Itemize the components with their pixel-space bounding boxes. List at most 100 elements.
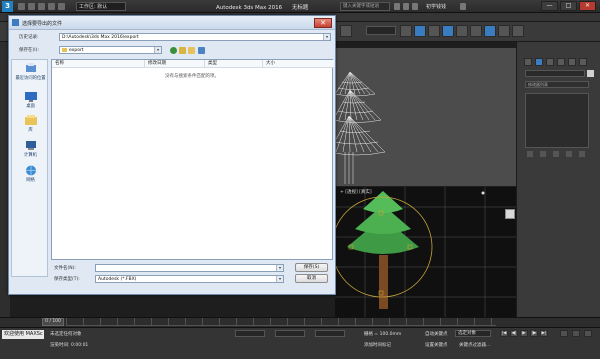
add-time-tag[interactable]: 添加时间标记: [364, 342, 391, 348]
pin-stack-icon[interactable]: [527, 151, 533, 157]
place-network[interactable]: 网络: [12, 165, 49, 183]
back-icon[interactable]: [170, 47, 177, 54]
filename-input[interactable]: ▾: [95, 264, 284, 272]
remove-modifier-icon[interactable]: [566, 151, 572, 157]
document-name: 无标题: [291, 5, 309, 11]
prev-frame-icon[interactable]: ◀|: [510, 330, 518, 337]
key-filters-button[interactable]: 关键点过滤器...: [459, 342, 490, 348]
redo-icon[interactable]: [58, 3, 65, 10]
utilities-tab-icon[interactable]: [579, 58, 587, 66]
search-icon[interactable]: [394, 3, 400, 10]
viewport-top[interactable]: [328, 48, 516, 186]
selection-set-dropdown[interactable]: [366, 26, 396, 35]
place-recent[interactable]: 最近访问的位置: [12, 63, 49, 81]
history-dropdown[interactable]: D:\Autodesk\3ds Max 2016\export ▾: [59, 33, 331, 41]
filetype-dropdown[interactable]: Autodesk (*.FBX) ▾: [95, 275, 284, 283]
make-unique-icon[interactable]: [553, 151, 559, 157]
viewcube-icon[interactable]: [505, 209, 515, 219]
view-menu-icon[interactable]: [198, 47, 205, 54]
layer-icon[interactable]: [414, 25, 426, 37]
savein-dropdown[interactable]: export ▾: [59, 46, 162, 54]
z-coordinate-field[interactable]: [315, 330, 345, 337]
goto-start-icon[interactable]: |◀: [500, 330, 508, 337]
column-size[interactable]: 大小: [263, 60, 334, 68]
set-key-button[interactable]: 设置关键点: [425, 342, 448, 348]
hierarchy-tab-icon[interactable]: [546, 58, 554, 66]
wireframe-trees: [328, 71, 386, 184]
modifier-stack[interactable]: [525, 93, 589, 148]
column-name[interactable]: 名称: [52, 60, 145, 68]
render-frame-icon[interactable]: [484, 25, 496, 37]
timeline-ruler[interactable]: [66, 318, 496, 326]
time-slider[interactable]: 0 / 100: [42, 318, 64, 326]
viewport-perspective[interactable]: [331, 187, 516, 317]
zoom-icon[interactable]: [560, 330, 568, 337]
motion-tab-icon[interactable]: [557, 58, 565, 66]
render-icon[interactable]: [498, 25, 510, 37]
minimize-button[interactable]: —: [541, 1, 558, 11]
folder-icon: [62, 47, 67, 52]
new-folder-icon[interactable]: [188, 47, 195, 54]
app-name: Autodesk 3ds Max 2016: [216, 5, 283, 11]
object-color-swatch[interactable]: [587, 70, 594, 77]
column-modified[interactable]: 修改日期: [145, 60, 205, 68]
user-icon[interactable]: [412, 3, 418, 10]
modifier-list-dropdown[interactable]: 修改器列表: [525, 81, 589, 88]
display-tab-icon[interactable]: [568, 58, 576, 66]
close-button[interactable]: ✕: [579, 1, 596, 11]
next-frame-icon[interactable]: |▶: [530, 330, 538, 337]
recent-places-icon: [25, 63, 36, 72]
mirror-icon[interactable]: [340, 25, 352, 37]
y-coordinate-field[interactable]: [275, 330, 305, 337]
new-file-icon[interactable]: [18, 3, 25, 10]
place-desktop[interactable]: 桌面: [12, 91, 49, 109]
cancel-button[interactable]: 取消: [295, 274, 328, 283]
wireframe-cone-1: [334, 71, 376, 97]
undo-icon[interactable]: [48, 3, 55, 10]
open-file-icon[interactable]: [28, 3, 35, 10]
auto-key-button[interactable]: 自动关键点: [425, 331, 448, 337]
workspace-dropdown[interactable]: 工作区: 默认: [76, 2, 126, 11]
dialog-close-button[interactable]: ✕: [314, 18, 332, 28]
render-setup-icon[interactable]: [470, 25, 482, 37]
align-icon[interactable]: [400, 25, 412, 37]
column-type[interactable]: 类型: [205, 60, 263, 68]
place-computer[interactable]: 计算机: [12, 140, 49, 158]
file-list[interactable]: 名称 修改日期 类型 大小 没有与搜索条件匹配的项。: [51, 59, 334, 260]
pan-icon[interactable]: [572, 330, 580, 337]
maxscript-listener[interactable]: 欢迎使用 MAXSc: [2, 330, 44, 339]
show-end-result-icon[interactable]: [540, 151, 546, 157]
app-logo[interactable]: 3: [2, 1, 13, 12]
wireframe-cone-3: [328, 115, 386, 156]
help-icon[interactable]: [460, 3, 466, 10]
tree-trunk: [379, 255, 388, 309]
wireframe-trunk: [344, 152, 354, 184]
place-libraries[interactable]: 库: [12, 115, 49, 133]
save-file-icon[interactable]: [38, 3, 45, 10]
viewport-label[interactable]: + [透视] [真实]: [340, 189, 372, 195]
goto-end-icon[interactable]: ▶|: [540, 330, 548, 337]
material-editor-icon[interactable]: [456, 25, 468, 37]
selected-dropdown[interactable]: 选定对象: [455, 330, 491, 337]
dialog-title: 选择要导出的文件: [22, 21, 63, 27]
save-button[interactable]: 保存(S): [295, 263, 328, 272]
render-iterative-icon[interactable]: [512, 25, 524, 37]
max-logo-icon: [12, 19, 19, 26]
up-folder-icon[interactable]: [179, 47, 186, 54]
configure-sets-icon[interactable]: [579, 151, 585, 157]
schematic-icon[interactable]: [442, 25, 454, 37]
create-tab-icon[interactable]: [524, 58, 532, 66]
x-coordinate-field[interactable]: [235, 330, 265, 337]
search-input[interactable]: 键入关键字或短语: [340, 2, 390, 11]
modify-tab-icon[interactable]: [535, 58, 543, 66]
wireframe-cone-2: [332, 89, 382, 123]
curve-editor-icon[interactable]: [428, 25, 440, 37]
star-icon[interactable]: [403, 3, 409, 10]
place-label: 计算机: [24, 153, 37, 158]
object-name-field[interactable]: [525, 70, 585, 77]
play-icon[interactable]: ▶: [520, 330, 528, 337]
account-name[interactable]: 初学钱钱: [426, 3, 446, 10]
place-label: 最近访问的位置: [15, 76, 46, 81]
orbit-icon[interactable]: [584, 330, 592, 337]
maximize-button[interactable]: □: [560, 1, 577, 11]
